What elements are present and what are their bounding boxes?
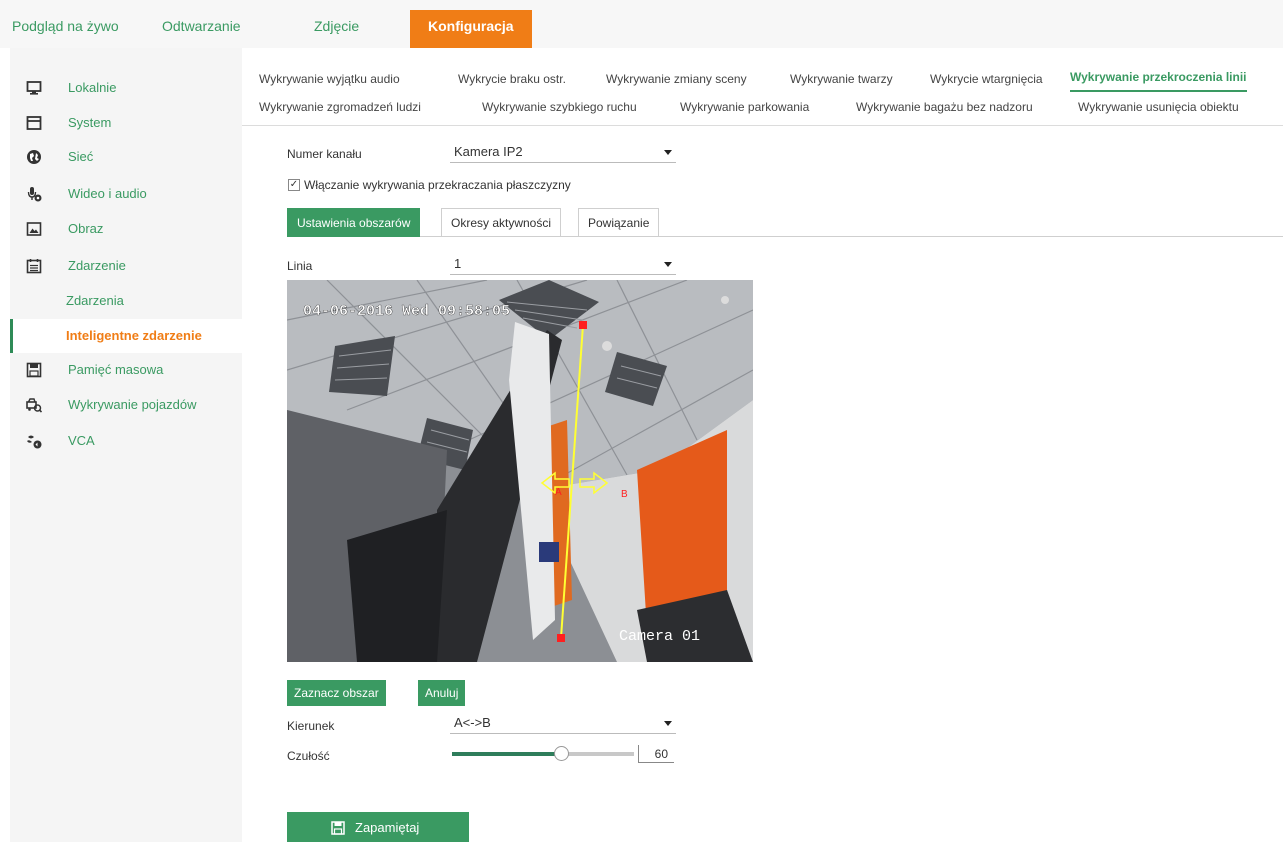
line-select-value: 1 <box>454 256 462 271</box>
globe-icon <box>27 150 41 164</box>
tab-parking[interactable]: Wykrywanie parkowania <box>680 100 809 114</box>
tab-intrusion[interactable]: Wykrycie wtargnięcia <box>930 72 1043 86</box>
sidebar-item-vca[interactable]: VCA <box>10 424 242 458</box>
sidebar-item-image[interactable]: Obraz <box>10 212 242 246</box>
sidebar-item-vehicle-detection[interactable]: Wykrywanie pojazdów <box>10 388 242 422</box>
save-button-label: Zapamiętaj <box>355 820 420 835</box>
tab-audio-exception[interactable]: Wykrywanie wyjątku audio <box>259 72 400 86</box>
sidebar-subitem-smart-event[interactable]: Inteligentne zdarzenie <box>10 319 242 353</box>
sidebar: Lokalnie System Sieć Wideo i audio Obraz… <box>10 48 242 842</box>
tab-line-crossing[interactable]: Wykrywanie przekroczenia linii <box>1070 70 1247 92</box>
save-button[interactable]: Zapamiętaj <box>287 812 469 842</box>
marker-a: A <box>555 487 562 498</box>
channel-select-value: Kamera IP2 <box>454 144 523 159</box>
channel-label: Numer kanału <box>287 147 362 161</box>
video-camera-name: Camera 01 <box>619 628 700 645</box>
nav-playback[interactable]: Odtwarzanie <box>162 10 241 48</box>
line-label: Linia <box>287 259 313 273</box>
video-timestamp: 04-06-2016 Wed 09:58:05 <box>303 303 510 320</box>
sidebar-item-label: System <box>68 115 112 130</box>
video-preview[interactable]: 04-06-2016 Wed 09:58:05 Camera 01 A B <box>287 280 753 662</box>
calendar-icon <box>26 259 42 274</box>
camera-scene: 04-06-2016 Wed 09:58:05 Camera 01 A B <box>287 280 753 662</box>
nav-live-view[interactable]: Podgląd na żywo <box>12 10 119 48</box>
enable-line-crossing-label: Włączanie wykrywania przekraczania płasz… <box>304 178 571 192</box>
top-navigation: Podgląd na żywo Odtwarzanie Zdjęcie Konf… <box>0 0 1283 48</box>
save-icon <box>331 821 345 835</box>
enable-line-crossing-checkbox[interactable]: ✓ <box>288 179 300 191</box>
tab-linkage[interactable]: Powiązanie <box>578 208 660 237</box>
save-icon <box>26 362 42 378</box>
sensitivity-slider-handle[interactable] <box>554 746 570 761</box>
tab-arming-schedule[interactable]: Okresy aktywności <box>441 208 562 237</box>
vca-icon <box>27 435 42 449</box>
line-endpoint-handle[interactable] <box>557 634 565 642</box>
tab-area-settings[interactable]: Ustawienia obszarów <box>287 208 421 237</box>
system-icon <box>26 116 42 130</box>
sensitivity-slider-fill <box>452 752 562 756</box>
draw-area-button[interactable]: Zaznacz obszar <box>287 680 386 706</box>
line-endpoint-handle[interactable] <box>579 321 587 329</box>
sensitivity-value[interactable]: 60 <box>638 745 674 763</box>
microphone-icon <box>27 187 42 202</box>
tab-scene-change[interactable]: Wykrywanie zmiany sceny <box>606 72 747 86</box>
tab-object-removal[interactable]: Wykrywanie usunięcia obiektu <box>1078 100 1239 114</box>
cancel-button[interactable]: Anuluj <box>418 680 466 706</box>
marker-b: B <box>621 489 628 500</box>
direction-label: Kierunek <box>287 719 335 733</box>
sidebar-item-network[interactable]: Sieć <box>10 140 242 174</box>
vehicle-icon <box>26 398 42 413</box>
image-icon <box>26 222 42 236</box>
sidebar-item-label: VCA <box>68 433 95 448</box>
chevron-down-icon <box>664 721 672 726</box>
nav-picture[interactable]: Zdjęcie <box>314 10 359 48</box>
sidebar-item-label: Pamięć masowa <box>68 362 164 377</box>
sidebar-item-event[interactable]: Zdarzenie <box>10 249 242 283</box>
sidebar-subitem-events[interactable]: Zdarzenia <box>10 284 242 318</box>
sidebar-item-label: Zdarzenie <box>68 258 126 273</box>
line-select[interactable]: 1 <box>450 255 676 275</box>
sidebar-item-label: Lokalnie <box>68 80 117 95</box>
sidebar-item-storage[interactable]: Pamięć masowa <box>10 353 242 387</box>
sidebar-item-label: Sieć <box>68 149 94 164</box>
tab-fast-moving[interactable]: Wykrywanie szybkiego ruchu <box>482 100 637 114</box>
sensitivity-slider[interactable] <box>452 746 634 761</box>
sidebar-item-system[interactable]: System <box>10 106 242 140</box>
nav-configuration[interactable]: Konfiguracja <box>410 10 532 48</box>
sidebar-item-local[interactable]: Lokalnie <box>10 71 242 105</box>
chevron-down-icon <box>664 262 672 267</box>
tab-defocus[interactable]: Wykrycie braku ostr. <box>458 72 566 86</box>
monitor-icon <box>26 81 42 95</box>
tab-face-detection[interactable]: Wykrywanie twarzy <box>790 72 893 86</box>
channel-select[interactable]: Kamera IP2 <box>450 143 676 163</box>
tab-people-gathering[interactable]: Wykrywanie zgromadzeń ludzi <box>259 100 421 114</box>
sidebar-item-label: Wideo i audio <box>68 186 147 201</box>
detection-type-tabs: Wykrywanie wyjątku audio Wykrycie braku … <box>242 56 1283 126</box>
settings-tabbar: Ustawienia obszarów Okresy aktywności Po… <box>287 208 1283 237</box>
sensitivity-label: Czułość <box>287 749 330 763</box>
sidebar-item-label: Wykrywanie pojazdów <box>68 397 197 412</box>
direction-select[interactable]: A<->B <box>450 714 676 734</box>
sidebar-item-video-audio[interactable]: Wideo i audio <box>10 177 242 211</box>
tab-unattended-baggage[interactable]: Wykrywanie bagażu bez nadzoru <box>856 100 1033 114</box>
chevron-down-icon <box>664 150 672 155</box>
direction-select-value: A<->B <box>454 715 491 730</box>
sidebar-item-label: Obraz <box>68 221 104 236</box>
